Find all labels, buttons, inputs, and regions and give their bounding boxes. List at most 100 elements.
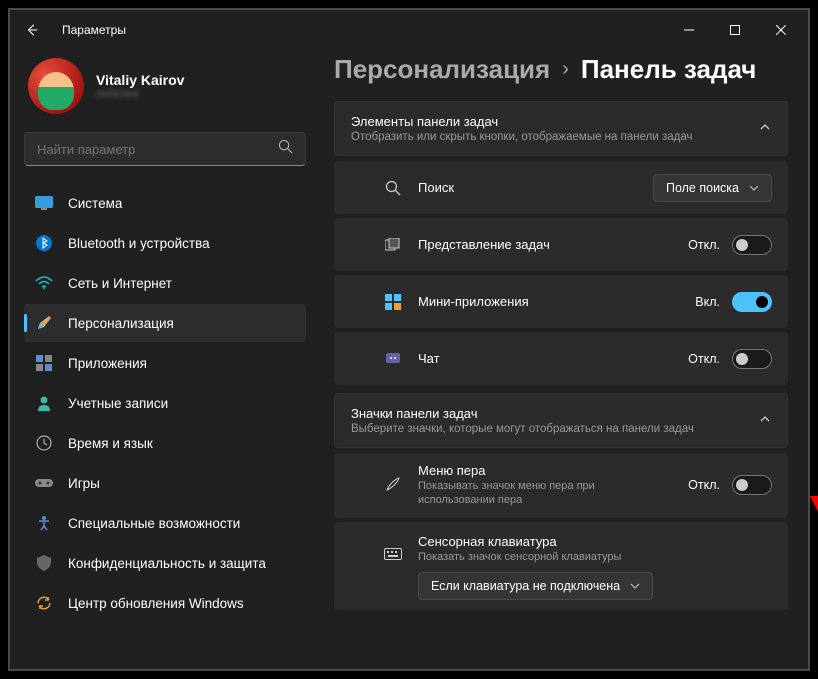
toggle-state: Вкл.: [695, 295, 720, 309]
window-title: Параметры: [62, 23, 126, 37]
widgets-icon: [382, 294, 404, 310]
breadcrumb: Персонализация › Панель задач: [334, 54, 788, 85]
row-label: Меню пера: [418, 463, 638, 478]
chat-toggle[interactable]: [732, 349, 772, 369]
gamepad-icon: [34, 474, 54, 492]
minimize-button[interactable]: [666, 14, 712, 46]
row-chat: Чат Откл.: [334, 331, 788, 385]
nav-label: Приложения: [68, 356, 147, 371]
nav-list: Система Bluetooth и устройства Сеть и Ин…: [24, 184, 306, 622]
paintbrush-icon: [34, 314, 54, 332]
row-subtitle: Показать значок сенсорной клавиатуры: [418, 550, 772, 564]
bluetooth-icon: [34, 234, 54, 252]
toggle-state: Откл.: [688, 238, 720, 252]
section-header[interactable]: Элементы панели задач Отобразить или скр…: [335, 102, 787, 155]
chevron-down-icon: [749, 183, 759, 193]
sidebar-item-accessibility[interactable]: Специальные возможности: [24, 504, 306, 542]
row-search: Поиск Поле поиска: [334, 160, 788, 214]
search-box[interactable]: [24, 132, 306, 166]
window-body: Vitaliy Kairov redacted Система Bluetoot…: [10, 50, 808, 669]
search-mode-dropdown[interactable]: Поле поиска: [653, 174, 772, 202]
sidebar-item-network[interactable]: Сеть и Интернет: [24, 264, 306, 302]
sidebar-item-update[interactable]: Центр обновления Windows: [24, 584, 306, 622]
nav-label: Учетные записи: [68, 396, 168, 411]
sidebar-item-personalization[interactable]: Персонализация: [24, 304, 306, 342]
apps-icon: [34, 354, 54, 372]
section-taskbar-items: Элементы панели задач Отобразить или скр…: [334, 101, 788, 156]
row-label: Чат: [418, 351, 440, 366]
nav-label: Центр обновления Windows: [68, 596, 244, 611]
person-icon: [34, 394, 54, 412]
row-label: Сенсорная клавиатура: [418, 534, 772, 549]
taskview-icon: [382, 238, 404, 252]
row-subtitle: Показывать значок меню пера при использо…: [418, 479, 638, 508]
avatar: [28, 58, 84, 114]
row-pen: Меню пера Показывать значок меню пера пр…: [334, 452, 788, 518]
sidebar-item-system[interactable]: Система: [24, 184, 306, 222]
sidebar: Vitaliy Kairov redacted Система Bluetoot…: [10, 50, 320, 669]
keyboard-mode-dropdown[interactable]: Если клавиатура не подключена: [418, 572, 653, 600]
nav-label: Персонализация: [68, 316, 174, 331]
annotation-arrow: [806, 290, 818, 520]
window-controls: [666, 14, 804, 46]
chat-icon: [382, 351, 404, 367]
pen-toggle[interactable]: [732, 475, 772, 495]
nav-label: Игры: [68, 476, 100, 491]
toggle-state: Откл.: [688, 478, 720, 492]
user-name: Vitaliy Kairov: [96, 72, 184, 88]
titlebar: Параметры: [10, 10, 808, 50]
breadcrumb-parent[interactable]: Персонализация: [334, 54, 550, 85]
row-touch-keyboard: Сенсорная клавиатура Показать значок сен…: [334, 521, 788, 610]
nav-label: Сеть и Интернет: [68, 276, 172, 291]
section-subtitle: Отобразить или скрыть кнопки, отображаем…: [351, 131, 692, 143]
section-title: Элементы панели задач: [351, 114, 692, 129]
dropdown-value: Если клавиатура не подключена: [431, 579, 620, 593]
row-label: Поиск: [418, 180, 454, 195]
sidebar-item-gaming[interactable]: Игры: [24, 464, 306, 502]
sidebar-item-time[interactable]: Время и язык: [24, 424, 306, 462]
main-panel: Персонализация › Панель задач Элементы п…: [320, 50, 808, 669]
arrow-left-icon: [25, 23, 39, 37]
profile[interactable]: Vitaliy Kairov redacted: [24, 50, 306, 132]
keyboard-icon: [382, 548, 404, 560]
clock-icon: [34, 434, 54, 452]
nav-label: Время и язык: [68, 436, 153, 451]
user-email: redacted: [96, 88, 184, 100]
chevron-up-icon: [759, 120, 771, 138]
display-icon: [34, 194, 54, 212]
chevron-down-icon: [630, 581, 640, 591]
sidebar-item-privacy[interactable]: Конфиденциальность и защита: [24, 544, 306, 582]
accessibility-icon: [34, 514, 54, 532]
nav-label: Специальные возможности: [68, 516, 240, 531]
nav-label: Система: [68, 196, 122, 211]
sidebar-item-bluetooth[interactable]: Bluetooth и устройства: [24, 224, 306, 262]
settings-window: Параметры Vitaliy Kairov redacted Систем…: [8, 8, 810, 671]
back-button[interactable]: [14, 12, 50, 48]
search-input[interactable]: [37, 142, 278, 157]
row-label: Мини-приложения: [418, 294, 529, 309]
toggle-state: Откл.: [688, 352, 720, 366]
close-button[interactable]: [758, 14, 804, 46]
nav-label: Bluetooth и устройства: [68, 236, 210, 251]
nav-label: Конфиденциальность и защита: [68, 556, 266, 571]
search-icon: [382, 180, 404, 196]
chevron-up-icon: [759, 412, 771, 430]
taskview-toggle[interactable]: [732, 235, 772, 255]
row-taskview: Представление задач Откл.: [334, 217, 788, 271]
dropdown-value: Поле поиска: [666, 181, 739, 195]
wifi-icon: [34, 274, 54, 292]
section-title: Значки панели задач: [351, 406, 694, 421]
update-icon: [34, 594, 54, 612]
section-header[interactable]: Значки панели задач Выберите значки, кот…: [335, 394, 787, 447]
widgets-toggle[interactable]: [732, 292, 772, 312]
maximize-button[interactable]: [712, 14, 758, 46]
pen-icon: [382, 476, 404, 494]
chevron-right-icon: ›: [562, 58, 569, 81]
search-icon: [278, 139, 293, 159]
section-taskbar-icons: Значки панели задач Выберите значки, кот…: [334, 393, 788, 448]
sidebar-item-accounts[interactable]: Учетные записи: [24, 384, 306, 422]
row-label: Представление задач: [418, 237, 550, 252]
shield-icon: [34, 554, 54, 572]
sidebar-item-apps[interactable]: Приложения: [24, 344, 306, 382]
row-widgets: Мини-приложения Вкл.: [334, 274, 788, 328]
